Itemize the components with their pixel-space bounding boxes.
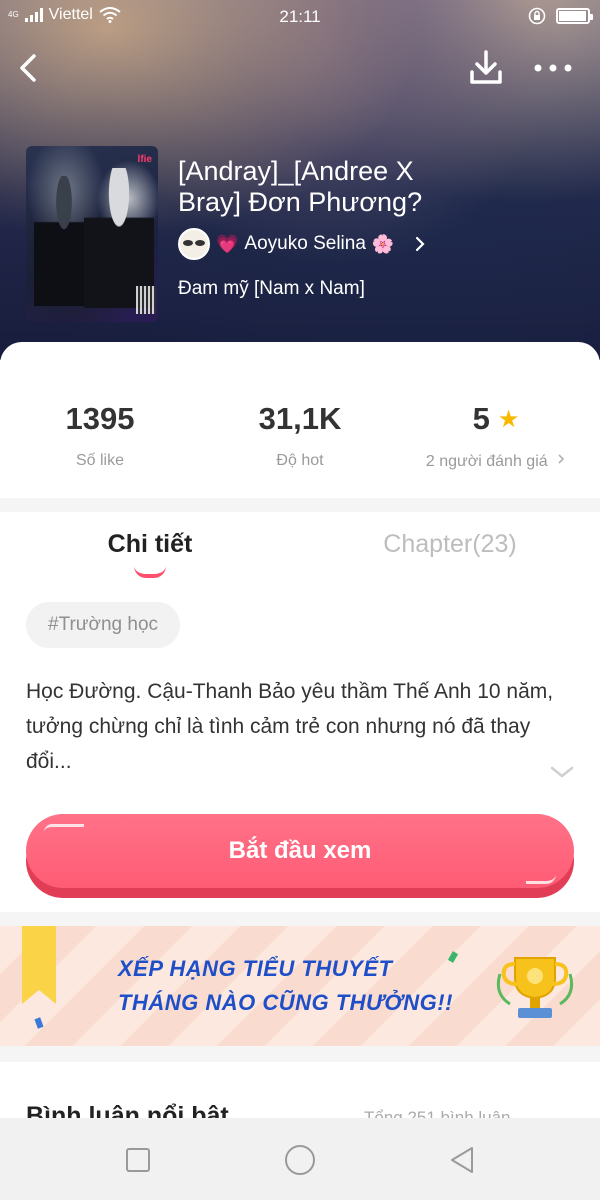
banner-line-1: XẾP HẠNG TIỂU THUYẾT [118, 956, 393, 981]
system-navigation-bar [0, 1118, 600, 1200]
hot-stat: 31,1K Độ hot [200, 400, 400, 470]
rating-label: 2 người đánh giá [425, 453, 548, 470]
recent-apps-button[interactable] [108, 1140, 168, 1180]
status-bar: 4G Viettel 21:11 [0, 0, 600, 34]
detail-panel: Chi tiết Chapter(23) #Trường học Học Đườ… [0, 512, 600, 912]
download-button[interactable] [464, 46, 508, 90]
system-back-button[interactable] [432, 1140, 492, 1180]
back-arrow-icon [20, 54, 36, 82]
trophy-icon [496, 957, 574, 1018]
button-shine [44, 824, 84, 832]
hot-value: 31,1K [258, 401, 342, 436]
story-cover-image[interactable]: lfie [26, 146, 158, 322]
chevron-down-icon [550, 766, 574, 778]
more-options-button[interactable] [530, 50, 576, 86]
battery-level [559, 11, 586, 21]
back-button[interactable] [10, 48, 50, 88]
likes-label: Số like [75, 452, 125, 469]
story-description: Học Đường. Cậu-Thanh Bảo yêu thầm Thế An… [26, 680, 554, 773]
circle-icon [285, 1145, 315, 1175]
rating-value: 5 [472, 401, 490, 436]
confetti-decoration [447, 951, 459, 963]
author-name: Aoyuko Selina [244, 233, 366, 254]
rating-label-row: 2 người đánh giá [396, 452, 596, 471]
tab-detail[interactable]: Chi tiết [0, 530, 300, 559]
ranking-banner[interactable]: XẾP HẠNG TIỂU THUYẾT THÁNG NÀO CŨNG THƯỞ… [0, 926, 600, 1046]
star-icon: ★ [497, 405, 520, 433]
cover-logo: lfie [137, 154, 152, 165]
heart-emoji: 💗 [216, 233, 239, 254]
chevron-right-icon [416, 236, 425, 252]
flower-emoji: 🌸 [371, 233, 395, 254]
triangle-back-icon [451, 1147, 473, 1173]
rating-value-row: 5 ★ [396, 400, 596, 438]
banner-line-2: THÁNG NÀO CŨNG THƯỞNG!! [118, 990, 453, 1015]
tab-chapters[interactable]: Chapter(23) [300, 530, 600, 559]
battery-icon [556, 8, 593, 24]
chevron-right-icon [558, 454, 565, 464]
hot-label: Độ hot [276, 452, 324, 469]
author-avatar [178, 228, 210, 260]
status-time: 21:11 [279, 7, 321, 26]
cover-qr-code [136, 286, 156, 314]
download-icon [470, 50, 502, 84]
likes-value: 1395 [65, 401, 135, 436]
start-reading-label: Bắt đầu xem [26, 814, 574, 888]
square-icon [126, 1148, 150, 1172]
rotation-lock-icon [528, 7, 546, 25]
bookmark-ribbon-icon [22, 926, 56, 1004]
story-title: [Andray]_[Andree X Bray] Đơn Phương? [178, 156, 423, 217]
rating-stat[interactable]: 5 ★ 2 người đánh giá [396, 400, 596, 471]
active-tab-indicator [134, 566, 166, 578]
more-dots-icon [534, 64, 572, 72]
start-reading-button[interactable]: Bắt đầu xem [26, 814, 574, 898]
tag-chip[interactable]: #Trường học [26, 602, 181, 648]
home-button[interactable] [270, 1140, 330, 1180]
top-navigation [0, 40, 600, 96]
author-link[interactable]: 💗 Aoyuko Selina 🌸 [178, 228, 426, 260]
story-genre: Đam mỹ [Nam x Nam] [178, 278, 365, 299]
expand-description-button[interactable] [548, 762, 576, 782]
likes-stat: 1395 Số like [0, 400, 200, 470]
stats-card: 1395 Số like 31,1K Độ hot 5 ★ 2 người đá… [0, 342, 600, 498]
confetti-decoration [34, 1017, 44, 1029]
